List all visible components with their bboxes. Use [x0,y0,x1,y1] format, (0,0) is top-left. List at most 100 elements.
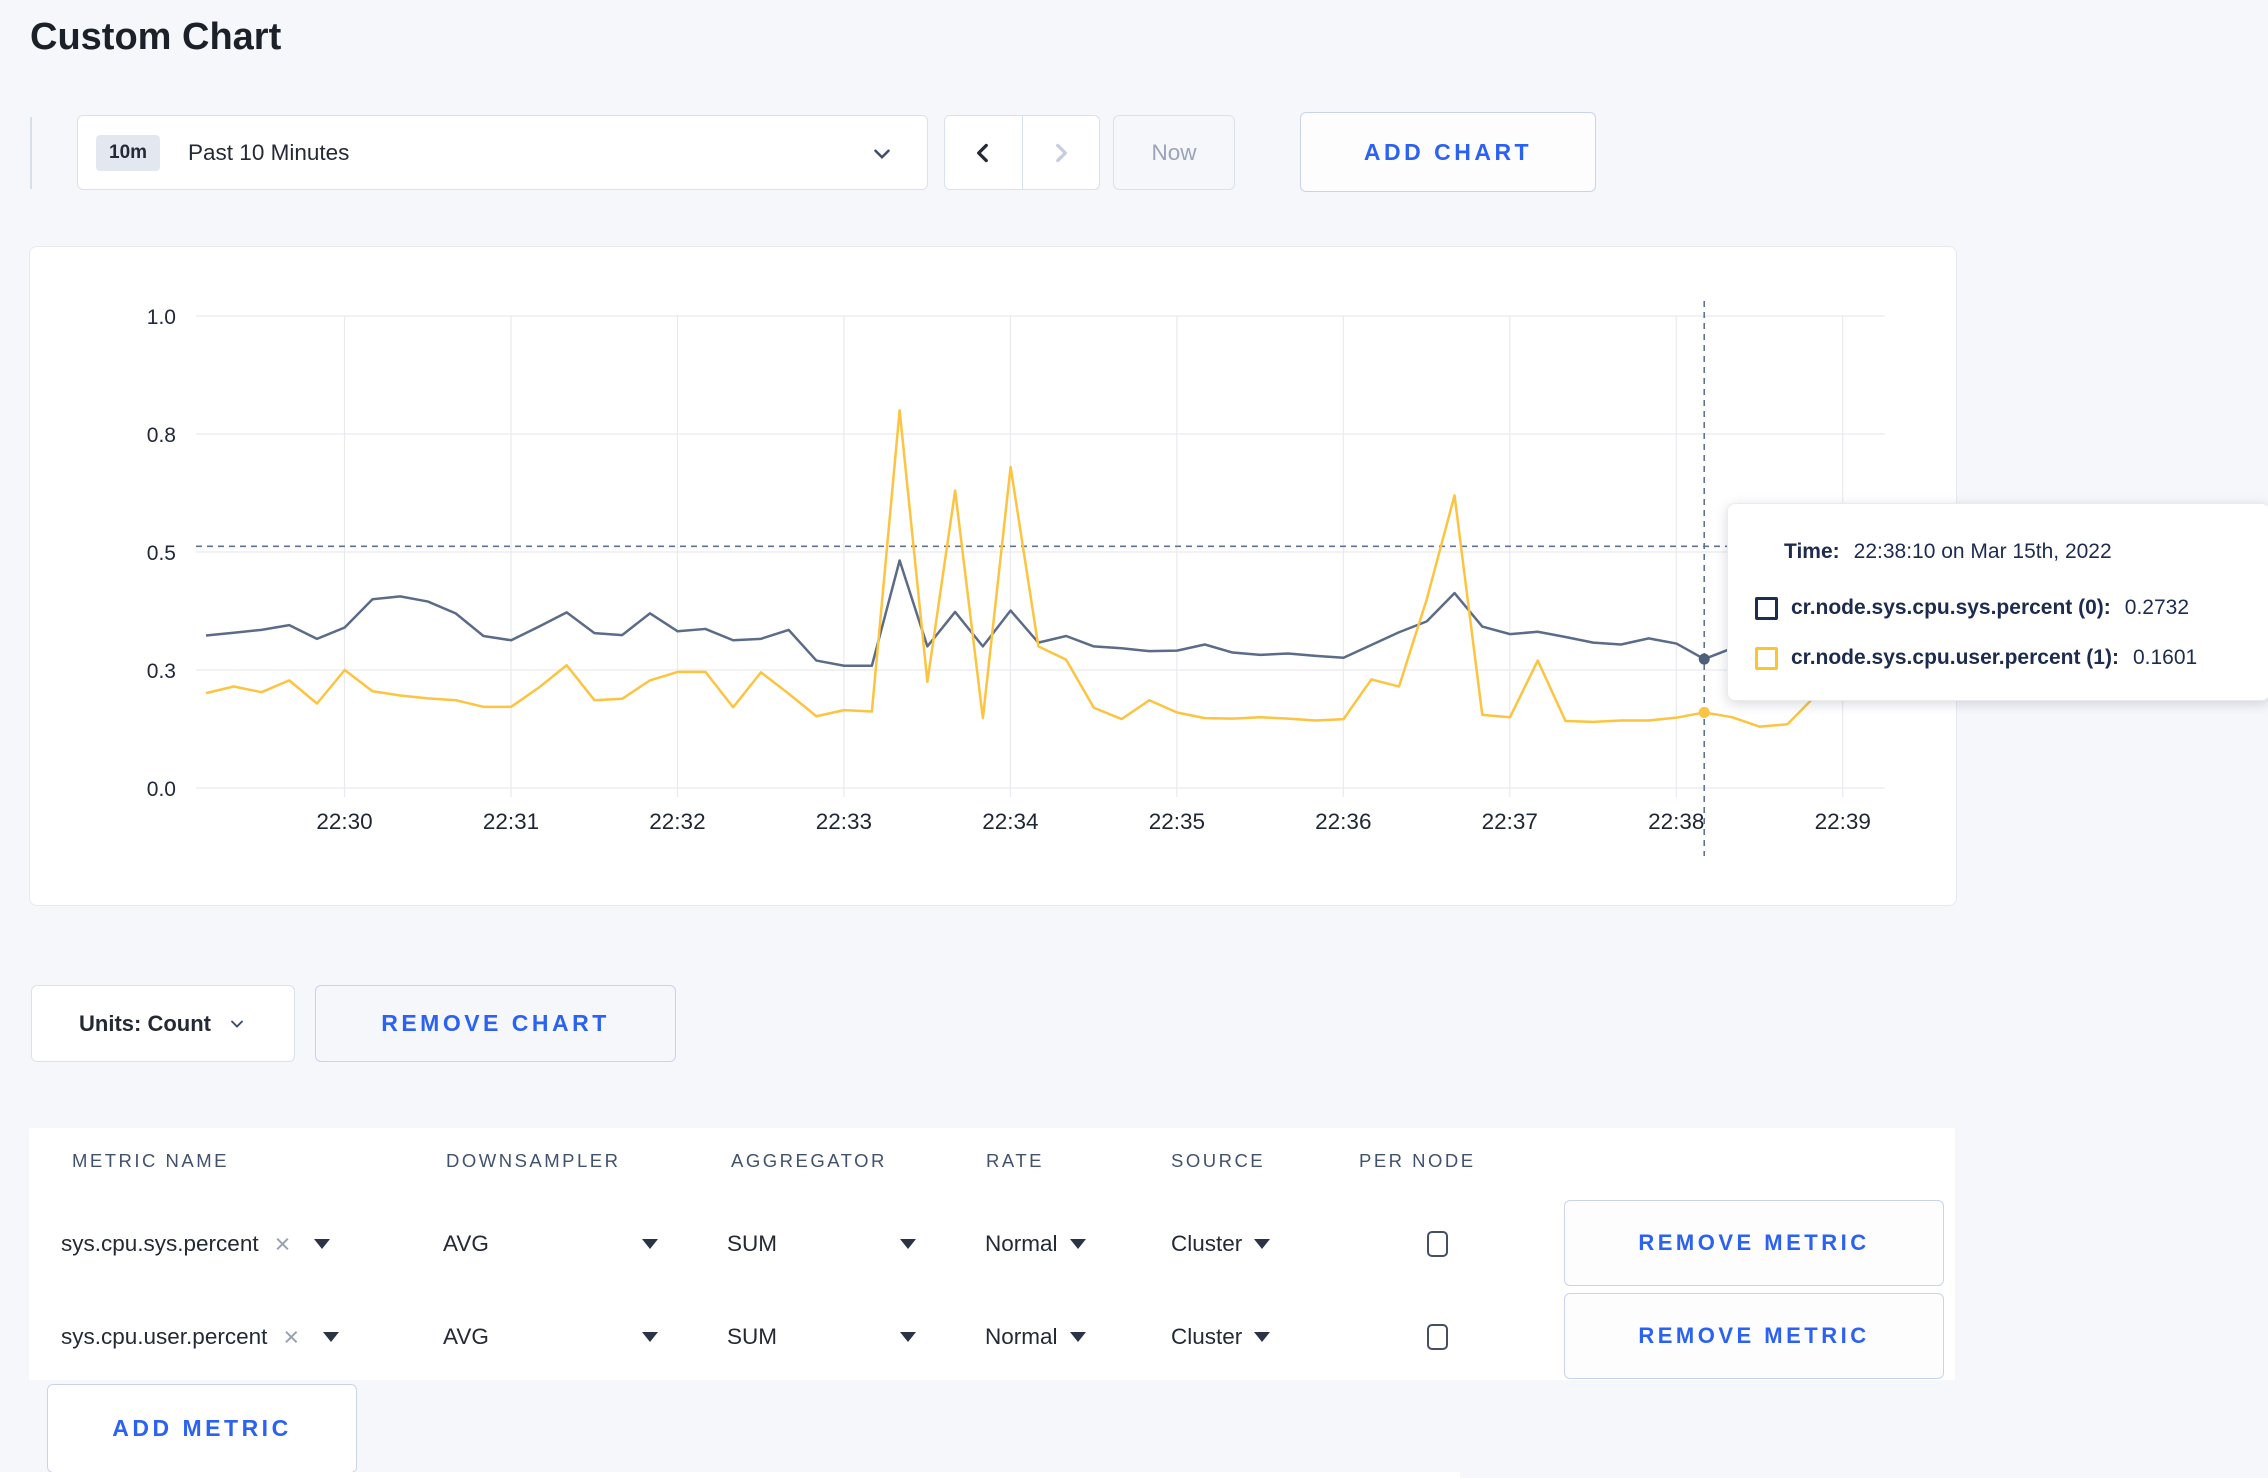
remove-metric-label: REMOVE METRIC [1638,1230,1870,1255]
caret-down-icon [1254,1332,1271,1342]
chevron-down-icon [874,149,890,160]
metrics-table: METRIC NAME DOWNSAMPLER AGGREGATOR RATE … [29,1128,1955,1380]
rate-select[interactable]: Normal [985,1292,1086,1382]
remove-metric-button[interactable]: REMOVE METRIC [1564,1200,1944,1286]
downsampler-value: AVG [443,1324,489,1349]
time-range-label: Past 10 Minutes [188,139,350,165]
aggregator-value: SUM [727,1324,777,1349]
per-node-cell [1427,1199,1448,1289]
caret-down-icon [323,1332,340,1342]
next-time-button[interactable] [1023,116,1100,189]
metric-name-value: sys.cpu.sys.percent [61,1231,259,1256]
rate-select[interactable]: Normal [985,1199,1086,1289]
series-user-swatch-icon [1755,646,1778,670]
downsampler-caret[interactable] [642,1292,658,1382]
svg-text:22:32: 22:32 [649,809,705,834]
aggregator-caret[interactable] [900,1199,916,1289]
remove-metric-button[interactable]: REMOVE METRIC [1564,1293,1944,1379]
units-label: Units: Count [79,1010,211,1036]
metric-name-value: sys.cpu.user.percent [61,1324,268,1349]
svg-text:22:36: 22:36 [1315,809,1371,834]
rate-value: Normal [985,1324,1058,1349]
toolbar-divider [30,117,32,189]
clear-metric-icon[interactable]: × [275,1230,291,1258]
chevron-down-icon [231,1020,243,1028]
remove-chart-label: REMOVE CHART [381,1010,610,1036]
svg-text:0.3: 0.3 [147,660,176,683]
time-range-badge: 10m [96,134,161,171]
svg-text:0.0: 0.0 [147,778,176,801]
next-section-edge [0,1472,1460,1478]
caret-down-icon [642,1332,658,1342]
caret-down-icon [1069,1332,1086,1342]
caret-down-icon [1254,1239,1271,1249]
svg-text:22:33: 22:33 [816,809,872,834]
svg-text:0.5: 0.5 [147,542,176,565]
svg-text:0.8: 0.8 [147,424,176,447]
downsampler-select[interactable]: AVG [443,1292,489,1382]
units-select[interactable]: Units: Count [31,985,295,1062]
downsampler-select[interactable]: AVG [443,1199,489,1289]
prev-time-button[interactable] [945,116,1023,189]
page-title: Custom Chart [30,16,282,58]
now-button[interactable]: Now [1113,115,1235,190]
downsampler-value: AVG [443,1231,489,1256]
caret-down-icon [314,1239,331,1249]
source-value: Cluster [1171,1324,1243,1349]
add-chart-label: ADD CHART [1363,138,1533,165]
svg-text:22:37: 22:37 [1482,809,1538,834]
chart-tooltip: Time: 22:38:10 on Mar 15th, 2022 cr.node… [1727,503,2268,701]
chevron-left-icon [977,143,989,162]
caret-down-icon [900,1332,916,1342]
chart-plot-area[interactable]: 1.0 0.8 0.5 0.3 0.0 22:30 22:31 22:32 22:33 22:34… [30,247,1956,905]
caret-down-icon [900,1239,916,1249]
series-sys-swatch-icon [1755,596,1778,620]
tooltip-time-value: 22:38:10 on Mar 15th, 2022 [1853,540,2112,563]
col-header-downsampler: DOWNSAMPLER [446,1150,621,1171]
rate-value: Normal [985,1231,1058,1256]
time-nav-group [944,115,1100,190]
col-header-per-node: PER NODE [1359,1150,1476,1171]
col-header-rate: RATE [986,1150,1044,1171]
source-value: Cluster [1171,1231,1243,1256]
per-node-cell [1427,1292,1448,1382]
source-select[interactable]: Cluster [1171,1199,1271,1289]
add-metric-label: ADD METRIC [112,1415,292,1441]
metric-name-select[interactable]: sys.cpu.sys.percent × [61,1199,331,1289]
remove-chart-button[interactable]: REMOVE CHART [315,985,676,1062]
custom-chart-page: Custom Chart 10m Past 10 Minutes Now ADD… [0,0,2268,1478]
svg-text:1.0: 1.0 [147,306,176,329]
tooltip-sys-label: cr.node.sys.cpu.sys.percent (0): [1791,596,2111,619]
col-header-metric-name: METRIC NAME [72,1150,229,1171]
caret-down-icon [642,1239,658,1249]
caret-down-icon [1069,1239,1086,1249]
per-node-checkbox[interactable] [1427,1231,1448,1257]
per-node-checkbox[interactable] [1427,1324,1448,1350]
aggregator-caret[interactable] [900,1292,916,1382]
downsampler-caret[interactable] [642,1199,658,1289]
svg-text:22:35: 22:35 [1149,809,1205,834]
add-chart-button[interactable]: ADD CHART [1300,112,1596,192]
svg-text:22:31: 22:31 [483,809,539,834]
aggregator-select[interactable]: SUM [727,1199,777,1289]
svg-text:22:38: 22:38 [1648,809,1704,834]
tooltip-time-label: Time: [1784,540,1840,563]
clear-metric-icon[interactable]: × [283,1323,299,1351]
time-range-select[interactable]: 10m Past 10 Minutes [77,115,928,190]
metric-name-select[interactable]: sys.cpu.user.percent × [61,1292,340,1382]
aggregator-select[interactable]: SUM [727,1292,777,1382]
tooltip-sys-value: 0.2732 [2124,596,2190,619]
svg-text:22:30: 22:30 [316,809,372,834]
add-metric-button[interactable]: ADD METRIC [47,1384,357,1473]
svg-text:22:34: 22:34 [982,809,1038,834]
source-select[interactable]: Cluster [1171,1292,1271,1382]
now-button-label: Now [1151,139,1197,165]
col-header-aggregator: AGGREGATOR [731,1150,887,1171]
svg-text:22:39: 22:39 [1815,809,1871,834]
col-header-source: SOURCE [1171,1150,1266,1171]
remove-metric-label: REMOVE METRIC [1638,1323,1870,1348]
tooltip-user-value: 0.1601 [2132,646,2198,669]
tooltip-user-label: cr.node.sys.cpu.user.percent (1): [1791,646,2119,669]
chart-card: 1.0 0.8 0.5 0.3 0.0 22:30 22:31 22:32 22:33 22:34… [29,246,1957,906]
aggregator-value: SUM [727,1231,777,1256]
